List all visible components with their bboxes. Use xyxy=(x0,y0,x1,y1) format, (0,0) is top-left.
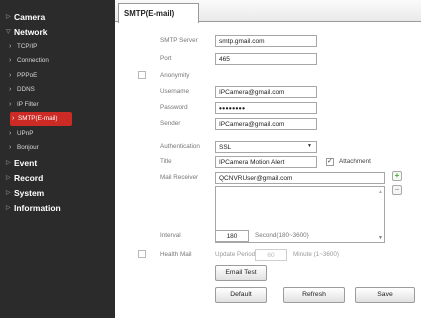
anonymity-label: Anonymity xyxy=(160,72,190,79)
sidebar-section-network[interactable]: ▽ Network xyxy=(0,24,115,39)
chevron-right-icon: › xyxy=(9,86,12,94)
scroll-down-icon[interactable]: ▼ xyxy=(378,234,383,242)
minute-range-label: Minute (1~3600) xyxy=(293,251,340,258)
sidebar-item-label: TCP/IP xyxy=(17,42,38,50)
interval-label: Interval xyxy=(160,232,181,239)
mail-receiver-label: Mail Receiver xyxy=(160,174,199,181)
sidebar-item-ddns[interactable]: › DDNS xyxy=(0,83,115,98)
health-mail-checkbox[interactable] xyxy=(138,250,146,258)
sidebar-item-connection[interactable]: › Connection xyxy=(0,54,115,69)
chevron-right-icon: › xyxy=(9,57,12,65)
sidebar-item-smtp[interactable]: › SMTP(E-mail) xyxy=(10,111,72,126)
chevron-right-icon: › xyxy=(9,42,12,50)
dropdown-arrow-icon: ▼ xyxy=(307,143,312,149)
authentication-value: SSL xyxy=(219,144,232,151)
title-input[interactable]: IPCamera Motion Alert xyxy=(215,156,317,168)
smtp-server-input[interactable]: smtp.gmail.com xyxy=(215,35,317,47)
tab-bar: SMTP(E-mail) xyxy=(115,0,421,23)
scroll-up-icon[interactable]: ▲ xyxy=(378,188,383,197)
interval-unit-label: Second(180~3600) xyxy=(255,232,309,239)
sidebar-item-label: IP Filter xyxy=(17,100,39,108)
port-input[interactable]: 465 xyxy=(215,53,317,65)
sidebar-item-pppoe[interactable]: › PPPoE xyxy=(0,68,115,83)
default-button[interactable]: Default xyxy=(215,287,267,303)
port-label: Port xyxy=(160,55,172,62)
attachment-label: Attachment xyxy=(339,158,371,165)
sidebar-item-upnp[interactable]: › UPnP xyxy=(0,126,115,141)
tab-smtp-email[interactable]: SMTP(E-mail) xyxy=(118,3,199,23)
collapsed-arrow-icon: ▷ xyxy=(6,14,11,20)
sidebar-section-record[interactable]: ▷ Record xyxy=(0,170,115,185)
sidebar-section-system[interactable]: ▷ System xyxy=(0,185,115,200)
collapsed-arrow-icon: ▷ xyxy=(6,160,11,166)
collapsed-arrow-icon: ▷ xyxy=(6,205,11,211)
collapsed-arrow-icon: ▷ xyxy=(6,175,11,181)
sidebar-item-label: UPnP xyxy=(17,129,34,137)
authentication-select[interactable]: SSL ▼ xyxy=(215,141,317,153)
health-mail-label: Health Mail xyxy=(160,251,192,258)
sidebar-item-label: DDNS xyxy=(17,86,35,94)
add-receiver-button[interactable]: + xyxy=(392,171,402,181)
anonymity-checkbox[interactable] xyxy=(138,71,146,79)
mail-receiver-input[interactable]: QCNVRUser@gmail.com xyxy=(215,172,385,184)
smtp-server-label: SMTP Server xyxy=(160,37,198,44)
chevron-right-icon: › xyxy=(9,71,12,79)
sidebar-section-event[interactable]: ▷ Event xyxy=(0,155,115,170)
update-period-label: Update Period xyxy=(215,251,256,258)
chevron-right-icon: › xyxy=(9,129,12,137)
sender-input[interactable]: IPCamera@gmail.com xyxy=(215,118,317,130)
sidebar-section-label: Event xyxy=(14,157,38,168)
title-label: Title xyxy=(160,158,172,165)
sidebar-item-bonjour[interactable]: › Bonjour xyxy=(0,141,115,156)
chevron-right-icon: › xyxy=(9,144,12,152)
sidebar-item-tcpip[interactable]: › TCP/IP xyxy=(0,39,115,54)
interval-input[interactable]: 180 xyxy=(215,230,249,242)
sender-label: Sender xyxy=(160,120,181,127)
sidebar-section-label: Network xyxy=(14,26,48,37)
collapsed-arrow-icon: ▷ xyxy=(6,190,11,196)
username-input[interactable]: IPCamera@gmail.com xyxy=(215,86,317,98)
username-label: Username xyxy=(160,88,190,95)
sidebar-item-label: Bonjour xyxy=(17,144,39,152)
chevron-right-icon: › xyxy=(12,115,15,123)
expanded-arrow-icon: ▽ xyxy=(6,29,11,35)
authentication-label: Authentication xyxy=(160,143,200,150)
remove-receiver-button[interactable]: − xyxy=(392,185,402,195)
sidebar-item-ip-filter[interactable]: › IP Filter xyxy=(0,97,115,112)
password-label: Password xyxy=(160,104,188,111)
save-button[interactable]: Save xyxy=(355,287,415,303)
chevron-right-icon: › xyxy=(9,100,12,108)
password-input[interactable]: •••••••• xyxy=(215,102,317,114)
sidebar-section-information[interactable]: ▷ Information xyxy=(0,200,115,215)
smtp-settings-panel: SMTP(E-mail) SMTP Server smtp.gmail.com … xyxy=(115,0,421,318)
sidebar-section-label: Information xyxy=(14,202,61,213)
sidebar-item-label: SMTP(E-mail) xyxy=(18,115,58,123)
sidebar-section-label: Record xyxy=(14,172,44,183)
sidebar-item-label: PPPoE xyxy=(17,71,38,79)
refresh-button[interactable]: Refresh xyxy=(283,287,345,303)
update-period-input[interactable]: 60 xyxy=(255,249,287,261)
sidebar-section-label: System xyxy=(14,187,45,198)
email-test-button[interactable]: Email Test xyxy=(215,265,267,281)
attachment-checkbox[interactable] xyxy=(326,157,334,166)
mail-receiver-scrollbar[interactable]: ▲ ▼ xyxy=(378,188,383,242)
sidebar-item-label: Connection xyxy=(17,57,49,65)
sidebar-section-camera[interactable]: ▷ Camera xyxy=(0,9,115,24)
sidebar: ▷ Camera ▽ Network › TCP/IP › Connection… xyxy=(0,0,115,318)
sidebar-section-label: Camera xyxy=(14,11,46,22)
